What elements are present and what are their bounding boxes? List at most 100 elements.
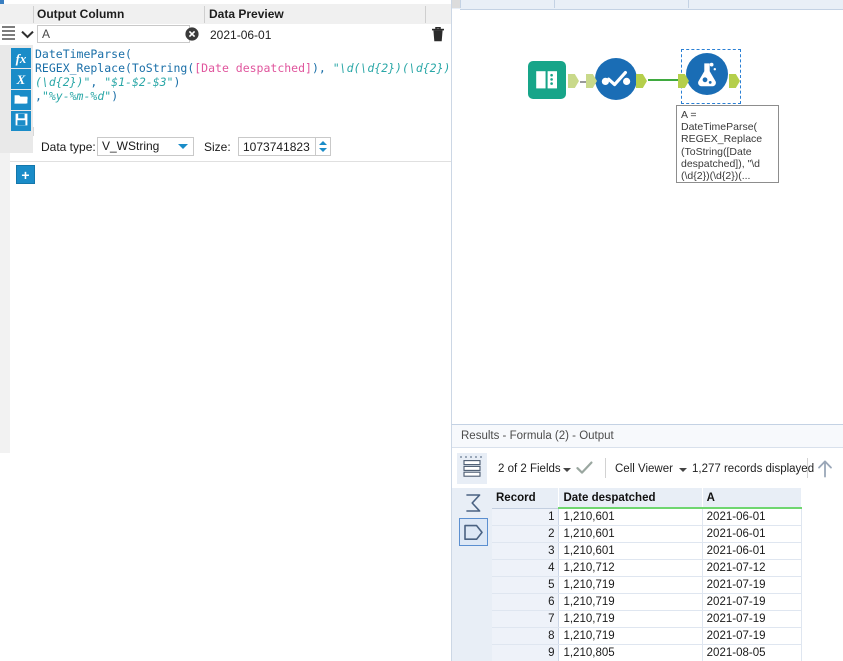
config-left-column bbox=[0, 153, 10, 453]
fields-selector-label[interactable]: 2 of 2 Fields bbox=[498, 448, 561, 488]
table-row[interactable]: 6 1,210,719 2021-07-19 bbox=[492, 593, 803, 611]
table-row[interactable]: 7 1,210,719 2021-07-19 bbox=[492, 610, 803, 628]
data-type-label: Data type: bbox=[41, 140, 96, 154]
table-row[interactable]: 4 1,210,712 2021-07-12 bbox=[492, 559, 803, 577]
formula-line-4-mid: , bbox=[35, 89, 42, 103]
cell-a[interactable]: 2021-07-19 bbox=[702, 593, 803, 611]
cell-a[interactable]: 2021-06-01 bbox=[702, 542, 803, 560]
table-row[interactable]: 1 1,210,601 2021-06-01 bbox=[492, 508, 803, 526]
formula-line-3-string-b: "$1-$2-$3" bbox=[104, 75, 174, 89]
cell-date-despatched[interactable]: 1,210,719 bbox=[558, 593, 703, 611]
sigma-icon[interactable] bbox=[459, 490, 486, 516]
column-header-date-despatched[interactable]: Date despatched bbox=[558, 488, 703, 509]
cell-date-despatched[interactable]: 1,210,805 bbox=[558, 644, 703, 661]
formula-icon-rail: fx X bbox=[0, 45, 34, 153]
cell-record[interactable]: 8 bbox=[492, 627, 560, 645]
formula-line-2-string: "\d(\d{2})(\d{2}) bbox=[332, 61, 451, 75]
table-body: 1 1,210,601 2021-06-01 2 1,210,601 2021-06-01… bbox=[492, 508, 803, 661]
drag-handle-icon[interactable] bbox=[2, 26, 15, 42]
cell-date-despatched[interactable]: 1,210,712 bbox=[558, 559, 703, 577]
plus-icon: + bbox=[21, 166, 30, 183]
stepper-down-icon[interactable] bbox=[319, 148, 327, 152]
table-row[interactable]: 5 1,210,719 2021-07-19 bbox=[492, 576, 803, 594]
cell-record[interactable]: 3 bbox=[492, 542, 560, 560]
header-data-preview: Data Preview bbox=[209, 4, 284, 24]
chevron-down-icon[interactable] bbox=[679, 468, 687, 472]
formula-line-2-fn: REGEX_Replace(ToString( bbox=[35, 61, 195, 75]
cell-record[interactable]: 1 bbox=[492, 508, 560, 526]
tag-icon[interactable] bbox=[459, 518, 488, 546]
header-sep-3 bbox=[425, 6, 426, 23]
canvas-top-strip bbox=[452, 0, 843, 10]
add-output-column-button[interactable]: + bbox=[16, 165, 35, 184]
cell-a[interactable]: 2021-08-05 bbox=[702, 644, 803, 661]
size-stepper[interactable] bbox=[316, 137, 331, 156]
results-data-grid[interactable]: Record Date despatched A 1 1,210,601 2021-… bbox=[492, 488, 843, 661]
check-circle-icon bbox=[595, 58, 637, 100]
flask-icon bbox=[686, 53, 728, 95]
trash-icon[interactable] bbox=[430, 26, 446, 43]
results-titlebar: Results - Formula (2) - Output bbox=[452, 425, 843, 448]
arrow-up-icon[interactable] bbox=[816, 459, 834, 479]
size-input[interactable] bbox=[238, 137, 316, 156]
formula-expression-editor[interactable]: DateTimeParse( REGEX_Replace(ToString([D… bbox=[33, 45, 451, 127]
cell-date-despatched[interactable]: 1,210,601 bbox=[558, 542, 703, 560]
column-header-a[interactable]: A bbox=[702, 488, 803, 509]
chevron-down-icon[interactable] bbox=[563, 468, 571, 472]
results-panel: Results - Formula (2) - Output 2 of 2 Fi… bbox=[451, 424, 843, 661]
cell-record[interactable]: 5 bbox=[492, 576, 560, 594]
data-type-select[interactable]: V_WString bbox=[97, 137, 194, 156]
cell-date-despatched[interactable]: 1,210,601 bbox=[558, 508, 703, 526]
config-column-headers: Output Column Data Preview bbox=[0, 4, 451, 25]
select-output-port[interactable] bbox=[636, 74, 647, 88]
select-tool[interactable] bbox=[586, 58, 647, 100]
cell-a[interactable]: 2021-06-01 bbox=[702, 508, 803, 526]
cell-date-despatched[interactable]: 1,210,719 bbox=[558, 610, 703, 628]
checkmark-icon[interactable] bbox=[576, 461, 593, 475]
cell-a[interactable]: 2021-07-19 bbox=[702, 576, 803, 594]
open-expression-button[interactable] bbox=[11, 90, 31, 110]
table-row[interactable]: 3 1,210,601 2021-06-01 bbox=[492, 542, 803, 560]
cell-record[interactable]: 6 bbox=[492, 593, 560, 611]
cell-record[interactable]: 2 bbox=[492, 525, 560, 543]
variables-button[interactable]: X bbox=[11, 69, 31, 89]
table-row[interactable]: 8 1,210,719 2021-07-19 bbox=[492, 627, 803, 645]
formula-tool-annotation: A = DateTimeParse( REGEX_Replace (ToStri… bbox=[676, 105, 779, 183]
functions-button[interactable]: fx bbox=[11, 48, 31, 68]
formula-config-panel: Output Column Data Preview 2021-06-01 bbox=[0, 0, 451, 453]
results-toolbar: 2 of 2 Fields Cell Viewer 1,277 records … bbox=[452, 448, 843, 488]
cell-record[interactable]: 9 bbox=[492, 644, 560, 661]
cell-a[interactable]: 2021-07-12 bbox=[702, 559, 803, 577]
formula-tool[interactable] bbox=[678, 53, 740, 95]
workflow-canvas[interactable]: A = DateTimeParse( REGEX_Replace (ToStri… bbox=[451, 0, 843, 424]
table-row[interactable]: 2 1,210,601 2021-06-01 bbox=[492, 525, 803, 543]
output-column-input[interactable] bbox=[37, 25, 190, 43]
input-data-tool[interactable] bbox=[528, 61, 579, 99]
save-disk-icon bbox=[15, 113, 28, 129]
cell-a[interactable]: 2021-07-19 bbox=[702, 610, 803, 628]
clear-circle-icon[interactable] bbox=[185, 27, 199, 41]
toolstrip-cell-1 bbox=[461, 0, 555, 8]
cell-record[interactable]: 4 bbox=[492, 559, 560, 577]
panel-drag-grip[interactable] bbox=[459, 449, 483, 458]
formula-line-3-close: ) bbox=[173, 75, 181, 89]
header-sep-2 bbox=[204, 6, 205, 23]
cell-a[interactable]: 2021-07-19 bbox=[702, 627, 803, 645]
formula-line-2-mid: ), bbox=[311, 61, 333, 75]
header-sep-1 bbox=[33, 6, 34, 23]
column-header-record[interactable]: Record bbox=[492, 488, 560, 509]
cell-date-despatched[interactable]: 1,210,719 bbox=[558, 576, 703, 594]
formula-line-3-mid: , bbox=[90, 75, 105, 89]
cell-viewer-selector-label[interactable]: Cell Viewer bbox=[615, 448, 673, 488]
records-displayed-label: 1,277 records displayed bbox=[692, 463, 815, 475]
save-expression-button[interactable] bbox=[11, 111, 31, 131]
stepper-up-icon[interactable] bbox=[319, 141, 327, 145]
input-output-port[interactable] bbox=[568, 74, 579, 88]
cell-record[interactable]: 7 bbox=[492, 610, 560, 628]
chevron-down-icon[interactable] bbox=[18, 25, 36, 44]
cell-date-despatched[interactable]: 1,210,601 bbox=[558, 525, 703, 543]
toolstrip-cell-3 bbox=[689, 0, 843, 8]
table-row[interactable]: 9 1,210,805 2021-08-05 bbox=[492, 644, 803, 661]
cell-a[interactable]: 2021-06-01 bbox=[702, 525, 803, 543]
cell-date-despatched[interactable]: 1,210,719 bbox=[558, 627, 703, 645]
